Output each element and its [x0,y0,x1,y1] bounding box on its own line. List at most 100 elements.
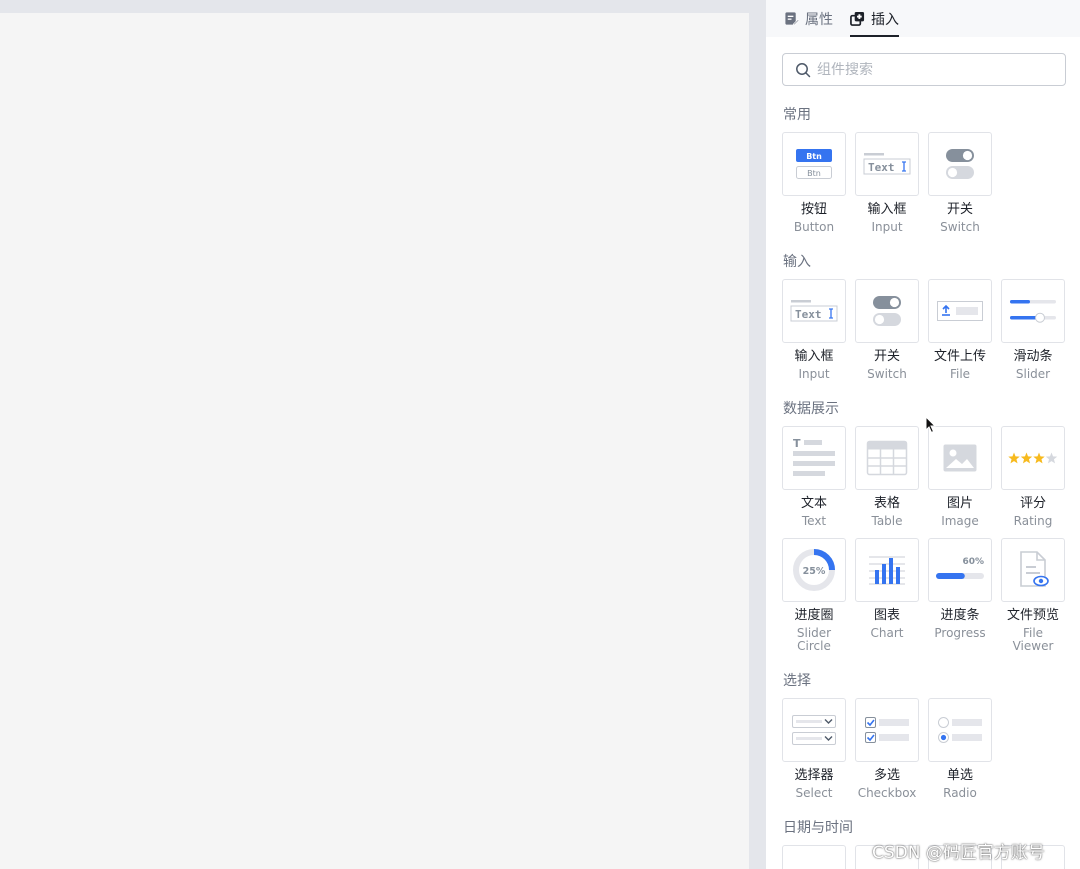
component-label: 表格 [873,496,900,511]
star-empty-icon [1045,452,1058,464]
component-sublabel: Image [941,514,979,528]
component-label: 图表 [873,608,900,623]
component-slider[interactable]: 滑动条 Slider [1001,279,1065,381]
component-label: 选择器 [794,768,834,783]
text-glyph: T [793,437,801,450]
search-icon [796,62,811,77]
section-title-datetime: 日期与时间 [783,820,853,836]
image-icon [928,426,992,490]
component-sublabel: Text [801,514,827,528]
panel-tabs: 属性 插入 [766,0,1080,37]
file-upload-icon [928,279,992,343]
component-switch[interactable]: 开关 Switch [855,279,919,381]
component-sublabel: Switch [867,367,907,381]
component-progress-circle[interactable]: 25% 进度圈 Slider Circle [782,538,846,653]
component-sublabel: Checkbox [857,786,917,800]
search-input[interactable] [817,61,1057,78]
table-icon [855,426,919,490]
component-sublabel: Input [798,367,830,381]
progress-circle-label: 25% [803,566,826,577]
progress-bar-fill [936,573,965,579]
component-label: 输入框 [867,202,907,217]
text-icon: T [782,426,846,490]
component-sublabel: Rating [1013,514,1053,528]
component-label: 文件上传 [933,349,986,364]
tab-properties[interactable]: 属性 [784,0,833,37]
component-label: 多选 [873,768,900,783]
component-sublabel: Slider [1015,367,1051,381]
component-rating[interactable]: 评分 Rating [1001,426,1065,528]
component-sublabel: File Viewer [1012,626,1054,653]
button-icon: Btn Btn [782,132,846,196]
component-label: 开关 [873,349,900,364]
rating-icon [1001,426,1065,490]
component-input[interactable]: Text 输入框 Input [782,279,846,381]
component-input[interactable]: Text 输入框 Input [855,132,919,234]
component-label: 进度圈 [794,608,834,623]
slider-icon [1001,279,1065,343]
component-file-viewer[interactable]: 文件预览 File Viewer [1001,538,1065,653]
component-text[interactable]: T 文本 Text [782,426,846,528]
component-sublabel: File [949,367,971,381]
checkbox-icon [855,698,919,762]
component-sublabel: Slider Circle [796,626,832,653]
input-sample-text: Text [868,161,895,174]
component-panel: 属性 插入 常用 [766,0,1080,869]
date-picker-icon [782,845,846,869]
component-switch[interactable]: 开关 Switch [928,132,992,234]
copy-add-icon [850,11,865,26]
select-icon [782,698,846,762]
progress-circle-icon: 25% [782,538,846,602]
component-label: 滑动条 [1013,349,1053,364]
component-image[interactable]: 图片 Image [928,426,992,528]
star-filled-icon [1033,452,1045,464]
component-progress-bar[interactable]: 60% 进度条 Progress [928,538,992,640]
component-file-upload[interactable]: 文件上传 File [928,279,992,381]
input-icon: Text [782,279,846,343]
component-sublabel: Progress [934,626,986,640]
input-icon: Text [855,132,919,196]
component-label: 文本 [800,496,827,511]
component-button[interactable]: Btn Btn 按钮 Button [782,132,846,234]
component-label: 单选 [946,768,973,783]
mouse-cursor [925,416,937,434]
component-label: 评分 [1019,496,1046,511]
edit-doc-icon [785,12,799,26]
section-title-select: 选择 [783,673,811,689]
component-label: 文件预览 [1006,608,1059,623]
star-filled-icon [1008,452,1020,464]
component-select[interactable]: 选择器 Select [782,698,846,800]
design-canvas[interactable] [0,13,749,869]
radio-icon [928,698,992,762]
app-root: 属性 插入 常用 [0,0,1080,869]
input-sample-text: Text [795,308,822,321]
chart-icon [855,538,919,602]
switch-icon [928,132,992,196]
component-sublabel: Button [793,220,835,234]
canvas-divider [749,13,766,869]
component-search[interactable] [782,53,1066,86]
component-chart[interactable]: 图表 Chart [855,538,919,640]
component-label: 输入框 [794,349,834,364]
component-table[interactable]: 表格 Table [855,426,919,528]
tab-insert[interactable]: 插入 [850,0,899,37]
component-date-picker[interactable] [782,845,846,869]
component-label: 图片 [946,496,973,511]
component-sublabel: Input [871,220,903,234]
section-title-common: 常用 [783,107,811,123]
component-checkbox[interactable]: 多选 Checkbox [855,698,919,800]
canvas-header-strip [0,0,766,13]
tab-insert-label: 插入 [871,11,899,28]
component-label: 开关 [946,202,973,217]
component-radio[interactable]: 单选 Radio [928,698,992,800]
section-title-input: 输入 [783,254,811,270]
tab-properties-label: 属性 [805,11,833,28]
btn-primary-text: Btn [806,152,822,161]
component-label: 按钮 [800,202,827,217]
component-sublabel: Table [871,514,903,528]
component-sublabel: Chart [870,626,904,640]
file-viewer-icon [1001,538,1065,602]
progress-bar-icon: 60% [928,538,992,602]
component-label: 进度条 [940,608,980,623]
switch-icon [855,279,919,343]
